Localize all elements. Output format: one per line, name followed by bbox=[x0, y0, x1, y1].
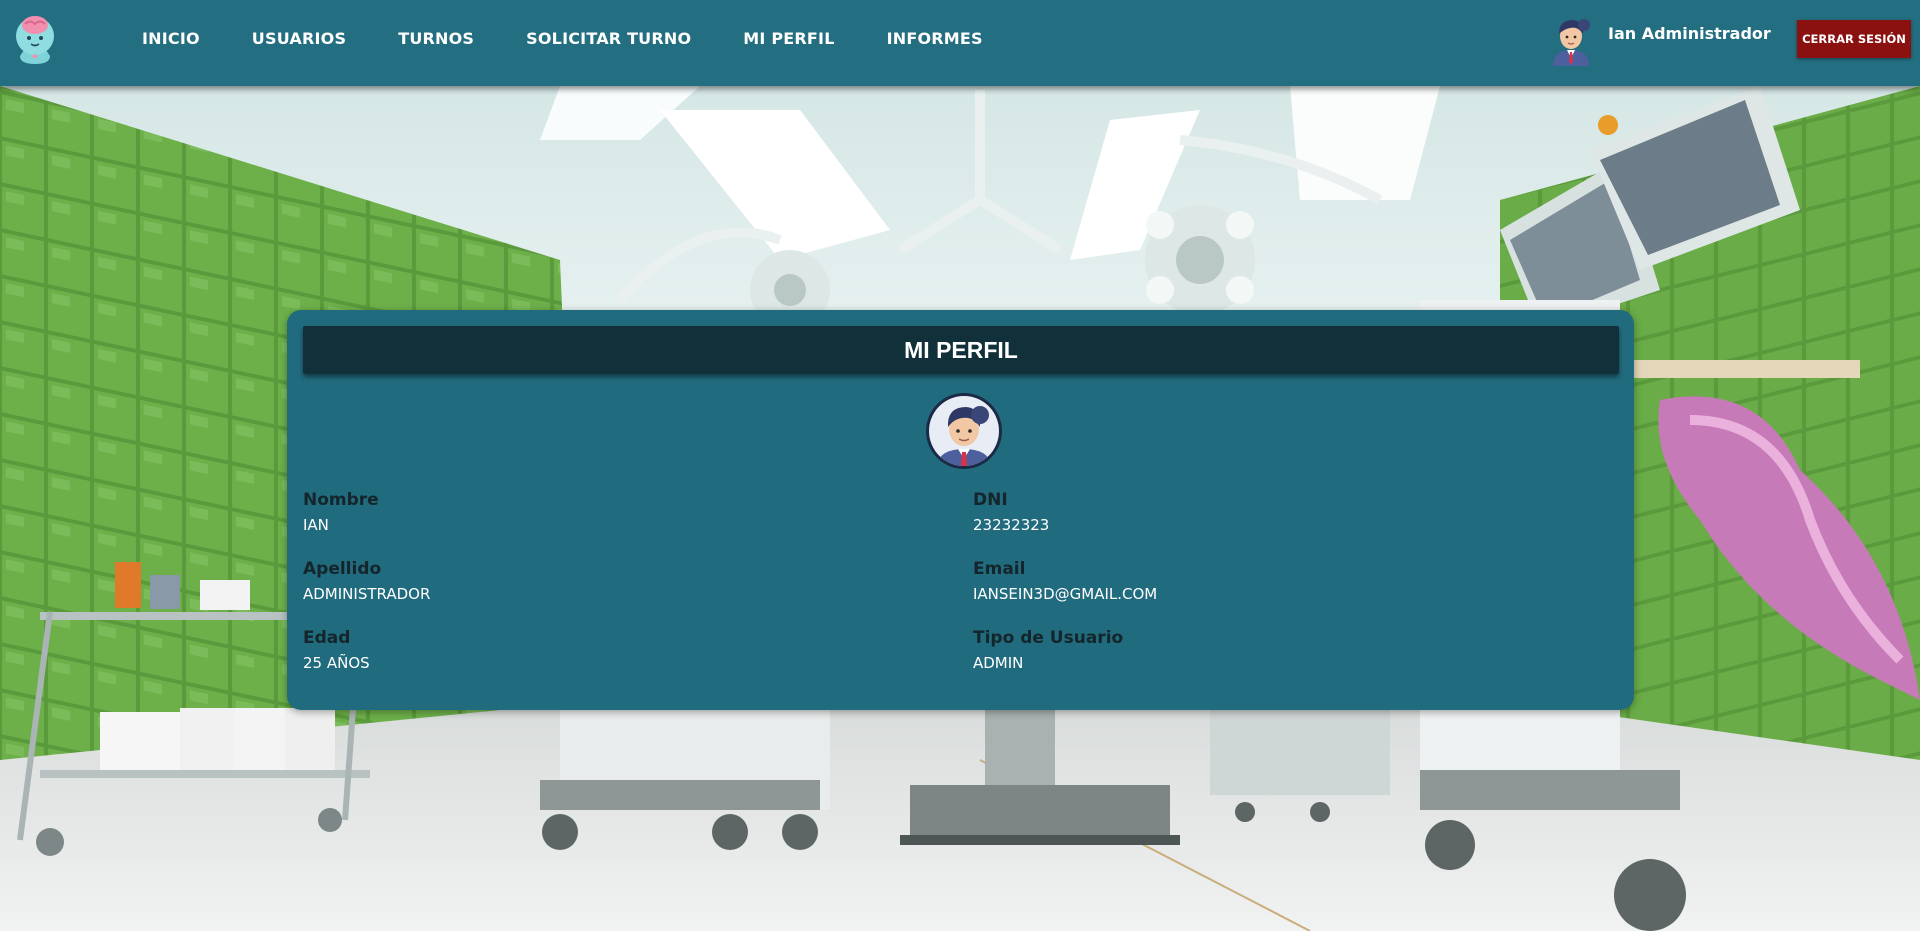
field-value: ADMINISTRADOR bbox=[303, 585, 431, 603]
field-email: Email IANSEIN3D@GMAIL.COM bbox=[973, 559, 1157, 603]
field-edad: Edad 25 AÑOS bbox=[303, 628, 370, 672]
field-value: 23232323 bbox=[973, 516, 1050, 534]
field-value: IAN bbox=[303, 516, 329, 534]
field-nombre: Nombre IAN bbox=[303, 490, 379, 534]
profile-card: MI PERFIL Nombre IAN Apellido ADMINISTRA… bbox=[287, 310, 1634, 710]
logout-button[interactable]: CERRAR SESIÓN bbox=[1797, 20, 1911, 58]
field-tipo-de-usuario: Tipo de Usuario ADMIN bbox=[973, 628, 1123, 672]
admin-avatar-icon bbox=[1548, 12, 1594, 66]
nav-solicitar-turno[interactable]: SOLICITAR TURNO bbox=[526, 29, 691, 48]
field-label: Apellido bbox=[303, 559, 382, 579]
nav-turnos[interactable]: TURNOS bbox=[398, 29, 474, 48]
current-user[interactable]: Ian Administrador bbox=[1548, 12, 1771, 66]
user-name: Ian Administrador bbox=[1608, 23, 1771, 43]
page-title: MI PERFIL bbox=[904, 336, 1018, 363]
profile-card-header: MI PERFIL bbox=[303, 326, 1619, 374]
field-value: IANSEIN3D@GMAIL.COM bbox=[973, 585, 1158, 603]
field-apellido: Apellido ADMINISTRADOR bbox=[303, 559, 430, 603]
field-value: 25 AÑOS bbox=[303, 654, 370, 672]
nav-usuarios[interactable]: USUARIOS bbox=[252, 29, 346, 48]
field-label: Tipo de Usuario bbox=[973, 628, 1124, 648]
field-label: Edad bbox=[303, 628, 351, 648]
brain-mascot-icon[interactable] bbox=[10, 12, 60, 66]
top-navbar: INICIO USUARIOS TURNOS SOLICITAR TURNO M… bbox=[0, 0, 1920, 86]
nav-inicio[interactable]: INICIO bbox=[142, 29, 200, 48]
admin-avatar-icon bbox=[924, 391, 1004, 471]
field-dni: DNI 23232323 bbox=[973, 490, 1049, 534]
field-value: ADMIN bbox=[973, 654, 1024, 672]
field-label: DNI bbox=[973, 490, 1008, 510]
field-label: Email bbox=[973, 559, 1026, 579]
nav-informes[interactable]: INFORMES bbox=[887, 29, 983, 48]
nav-mi-perfil[interactable]: MI PERFIL bbox=[743, 29, 834, 48]
main-menu: INICIO USUARIOS TURNOS SOLICITAR TURNO M… bbox=[142, 0, 983, 76]
field-label: Nombre bbox=[303, 490, 379, 510]
